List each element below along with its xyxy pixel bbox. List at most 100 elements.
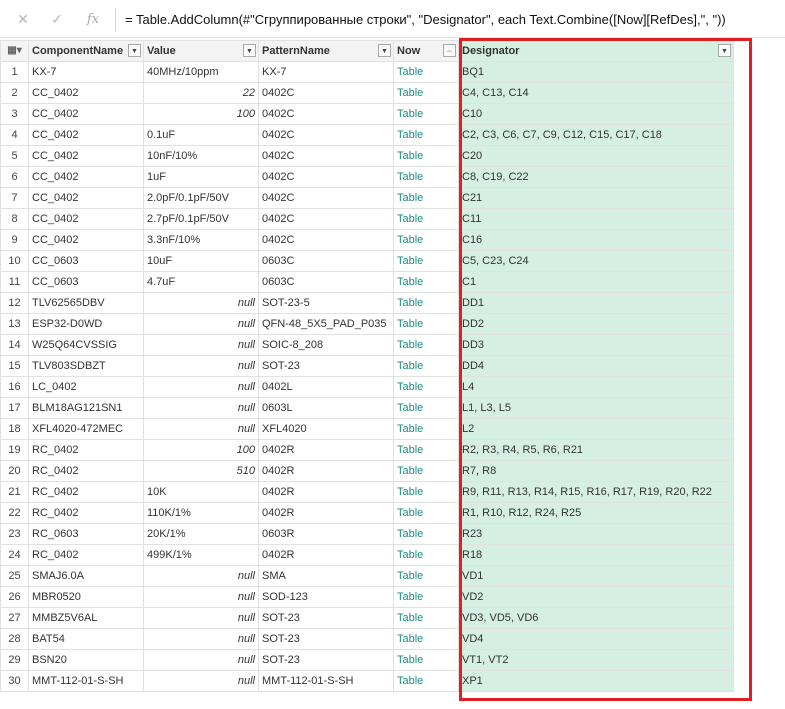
cell-componentname[interactable]: RC_0402 [28,502,144,524]
cell-componentname[interactable]: CC_0603 [28,271,144,293]
table-row[interactable]: 21 RC_0402 10K 0402R Table R9, R11, R13, R14,… [0,481,734,503]
row-number[interactable]: 18 [0,418,29,440]
column-header-patternname[interactable]: PatternName ▼ [258,40,394,62]
cell-now-table-link[interactable]: Table [393,166,459,188]
table-row[interactable]: 13 ESP32-D0WD null QFN-48_5X5_PAD_P035 Table… [0,313,734,335]
cell-componentname[interactable]: KX-7 [28,61,144,83]
cell-value[interactable]: 499K/1% [143,544,259,566]
cell-patternname[interactable]: 0402C [258,208,394,230]
cell-componentname[interactable]: CC_0402 [28,229,144,251]
cell-value[interactable]: 2.7pF/0.1pF/50V [143,208,259,230]
cell-componentname[interactable]: TLV62565DBV [28,292,144,314]
cell-componentname[interactable]: CC_0402 [28,208,144,230]
cell-patternname[interactable]: SOT-23 [258,649,394,671]
table-row[interactable]: 19 RC_0402 100 0402R Table R2, R3, R4, R5, R6… [0,439,734,461]
cell-now-table-link[interactable]: Table [393,607,459,629]
row-number[interactable]: 3 [0,103,29,125]
cell-patternname[interactable]: 0402R [258,502,394,524]
table-row[interactable]: 1 KX-7 40MHz/10ppm KX-7 Table BQ1 [0,61,734,83]
cell-value[interactable]: null [143,649,259,671]
cell-now-table-link[interactable]: Table [393,670,459,692]
cell-patternname[interactable]: 0402C [258,166,394,188]
cell-value[interactable]: null [143,397,259,419]
cell-designator[interactable]: C11 [458,208,734,230]
cell-designator[interactable]: C10 [458,103,734,125]
cell-patternname[interactable]: SOT-23 [258,355,394,377]
row-number[interactable]: 24 [0,544,29,566]
cell-value[interactable]: 10K [143,481,259,503]
row-number[interactable]: 5 [0,145,29,167]
cell-now-table-link[interactable]: Table [393,439,459,461]
cell-value[interactable]: 2.0pF/0.1pF/50V [143,187,259,209]
cell-value[interactable]: 3.3nF/10% [143,229,259,251]
cell-value[interactable]: null [143,292,259,314]
cell-componentname[interactable]: MBR0520 [28,586,144,608]
column-header-designator[interactable]: Designator ▼ [458,40,734,62]
cell-value[interactable]: null [143,418,259,440]
row-number[interactable]: 27 [0,607,29,629]
cell-value[interactable]: 510 [143,460,259,482]
cell-designator[interactable]: XP1 [458,670,734,692]
chevron-down-icon[interactable]: ▼ [243,44,256,57]
cell-patternname[interactable]: 0402R [258,439,394,461]
row-number[interactable]: 28 [0,628,29,650]
cell-now-table-link[interactable]: Table [393,61,459,83]
cell-patternname[interactable]: 0402L [258,376,394,398]
cell-designator[interactable]: C21 [458,187,734,209]
row-number[interactable]: 4 [0,124,29,146]
cell-componentname[interactable]: ESP32-D0WD [28,313,144,335]
cell-componentname[interactable]: MMT-112-01-S-SH [28,670,144,692]
cell-patternname[interactable]: 0402R [258,544,394,566]
cell-componentname[interactable]: RC_0402 [28,439,144,461]
cell-patternname[interactable]: 0402C [258,124,394,146]
table-row[interactable]: 29 BSN20 null SOT-23 Table VT1, VT2 [0,649,734,671]
table-row[interactable]: 24 RC_0402 499K/1% 0402R Table R18 [0,544,734,566]
row-number[interactable]: 8 [0,208,29,230]
cell-value[interactable]: 100 [143,103,259,125]
cell-now-table-link[interactable]: Table [393,481,459,503]
cell-patternname[interactable]: 0402C [258,187,394,209]
cell-componentname[interactable]: CC_0603 [28,250,144,272]
cell-now-table-link[interactable]: Table [393,565,459,587]
cell-designator[interactable]: R2, R3, R4, R5, R6, R21 [458,439,734,461]
cell-patternname[interactable]: 0603R [258,523,394,545]
cell-now-table-link[interactable]: Table [393,82,459,104]
row-number[interactable]: 20 [0,460,29,482]
cell-designator[interactable]: DD4 [458,355,734,377]
cell-value[interactable]: 10uF [143,250,259,272]
cell-now-table-link[interactable]: Table [393,103,459,125]
cell-designator[interactable]: C4, C13, C14 [458,82,734,104]
cell-designator[interactable]: DD2 [458,313,734,335]
table-row[interactable]: 4 CC_0402 0.1uF 0402C Table C2, C3, C6, C7, C… [0,124,734,146]
table-row[interactable]: 10 CC_0603 10uF 0603C Table C5, C23, C24 [0,250,734,272]
cell-value[interactable]: null [143,607,259,629]
cell-designator[interactable]: C8, C19, C22 [458,166,734,188]
cell-patternname[interactable]: 0603C [258,250,394,272]
row-number[interactable]: 1 [0,61,29,83]
cell-componentname[interactable]: BLM18AG121SN1 [28,397,144,419]
cell-now-table-link[interactable]: Table [393,250,459,272]
table-row[interactable]: 23 RC_0603 20K/1% 0603R Table R23 [0,523,734,545]
cell-value[interactable]: 100 [143,439,259,461]
cell-designator[interactable]: BQ1 [458,61,734,83]
table-row[interactable]: 3 CC_0402 100 0402C Table C10 [0,103,734,125]
cell-designator[interactable]: C20 [458,145,734,167]
cell-patternname[interactable]: SOT-23 [258,628,394,650]
row-number[interactable]: 15 [0,355,29,377]
cell-patternname[interactable]: SOT-23 [258,607,394,629]
cell-designator[interactable]: R7, R8 [458,460,734,482]
table-row[interactable]: 18 XFL4020-472MEC null XFL4020 Table L2 [0,418,734,440]
cell-value[interactable]: null [143,355,259,377]
row-number[interactable]: 7 [0,187,29,209]
table-row[interactable]: 17 BLM18AG121SN1 null 0603L Table L1, L3, L5 [0,397,734,419]
cell-value[interactable]: 4.7uF [143,271,259,293]
cell-patternname[interactable]: KX-7 [258,61,394,83]
chevron-down-icon[interactable]: ▼ [128,44,141,57]
cell-designator[interactable]: R18 [458,544,734,566]
table-row[interactable]: 9 CC_0402 3.3nF/10% 0402C Table C16 [0,229,734,251]
cell-value[interactable]: 22 [143,82,259,104]
table-menu-button[interactable]: ▦▾ [0,40,29,62]
row-number[interactable]: 16 [0,376,29,398]
cell-value[interactable]: 40MHz/10ppm [143,61,259,83]
cell-designator[interactable]: R1, R10, R12, R24, R25 [458,502,734,524]
